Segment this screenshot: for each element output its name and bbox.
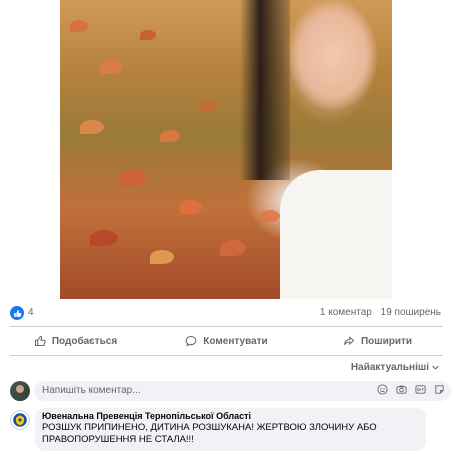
share-button[interactable]: Поширити [302,330,453,352]
photo-leaf [70,20,88,32]
smiley-icon[interactable] [377,384,388,395]
comment-text: РОЗШУК ПРИПИНЕНО, ДИТИНА РОЗШУКАНА! ЖЕРТ… [42,422,377,445]
comments-count-link[interactable]: 1 коментар [320,307,372,318]
photo-leaf [100,60,122,74]
comment-button[interactable]: Коментувати [151,330,302,352]
photo-leaf [120,170,146,186]
share-arrow-icon [343,336,355,346]
comment-label: Коментувати [203,335,268,347]
comment-sort-dropdown[interactable]: Найактуальніші [351,362,439,373]
post-stats-bar: 4 1 коментар 19 поширень [0,303,453,323]
photo-leaf [90,230,118,246]
post-stats: 1 коментар 19 поширень [320,307,441,318]
composer-icons [377,384,445,395]
thumbs-up-icon [34,335,46,347]
comment-input[interactable]: Напишіть коментар... [34,381,451,401]
comment-composer: Напишіть коментар... [10,380,451,402]
like-reaction-icon[interactable] [10,306,24,320]
chevron-down-icon [432,365,439,370]
post-photo-area [0,0,453,299]
shares-count-link[interactable]: 19 поширень [381,307,441,318]
photo-leaf [180,200,202,214]
divider [10,355,443,356]
share-label: Поширити [360,335,413,347]
comment-input-placeholder: Напишіть коментар... [42,385,141,396]
gif-icon[interactable] [415,384,426,395]
photo-leaf [260,210,280,222]
sort-label: Найактуальніші [350,362,429,373]
comment-author[interactable]: Ювенальна Превенція Тернопільської Облас… [42,411,419,421]
photo-hair [240,0,290,180]
like-label: Подобається [51,335,118,347]
camera-icon[interactable] [396,384,407,395]
reaction-count[interactable]: 4 [28,307,34,318]
divider [10,326,443,327]
post-photo[interactable] [60,0,392,299]
avatar[interactable] [10,410,30,430]
photo-shirt [280,170,392,299]
photo-leaf [220,240,246,256]
comment-bubble: Ювенальна Превенція Тернопільської Облас… [35,408,426,451]
avatar[interactable] [10,381,30,401]
photo-leaf [200,100,218,112]
sticker-icon[interactable] [434,384,445,395]
photo-leaf [80,120,104,134]
photo-leaf [150,250,174,264]
post-actions: Подобається Коментувати Поширити [0,330,453,352]
photo-leaf [160,130,180,142]
speech-bubble-icon [185,335,197,347]
like-button[interactable]: Подобається [0,330,151,352]
photo-leaf [140,30,156,40]
